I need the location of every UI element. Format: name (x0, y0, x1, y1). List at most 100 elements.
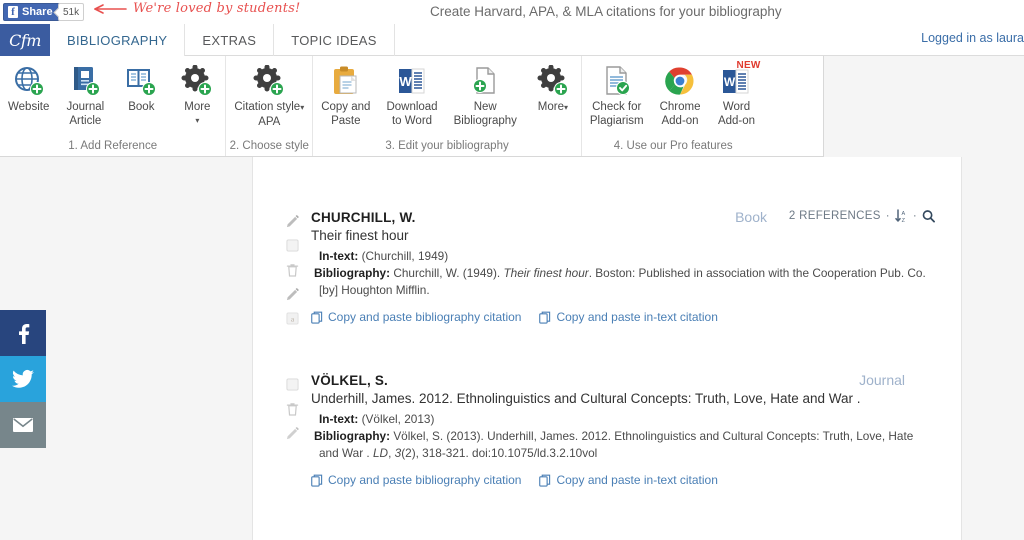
copy-bibliography-citation-link[interactable]: Copy and paste bibliography citation (311, 310, 521, 324)
svg-text:W: W (724, 75, 736, 89)
bibliography-panel: 2 REFERENCES · A Z · (252, 157, 962, 540)
ribbon-button-word-addon[interactable]: W NEW Word Add-on (708, 62, 764, 128)
chevron-down-icon: ▾ (195, 114, 199, 128)
tab-extras[interactable]: EXTRAS (185, 24, 274, 56)
cite-icon[interactable]: a (286, 312, 299, 325)
ribbon-button-chrome-addon[interactable]: Chrome Add-on (652, 62, 709, 128)
ribbon-group-add-reference: Website (0, 56, 225, 156)
ribbon-caption-edit-bibliography: 3. Edit your bibliography (313, 136, 581, 156)
gear-plus-icon (253, 62, 285, 100)
ribbon-label-chrome: Chrome (660, 100, 701, 114)
reference-intext-line: In-text: (Churchill, 1949) (311, 248, 935, 265)
share-facebook-button[interactable] (0, 310, 46, 356)
bibliography-italic-journal: LD (373, 446, 388, 460)
copy-bibliography-citation-link[interactable]: Copy and paste bibliography citation (311, 473, 521, 487)
ribbon-button-copy-and-paste[interactable]: Copy and Paste (313, 62, 378, 128)
ribbon-label-plagiarism: Plagiarism (590, 114, 644, 128)
ribbon-button-book[interactable]: Book (113, 62, 169, 114)
reference-intext-line: In-text: (Völkel, 2013) (311, 411, 935, 428)
ribbon-label-chrome-addon: Add-on (661, 114, 698, 128)
facebook-share-button[interactable]: f Share (3, 3, 60, 21)
new-badge: NEW (737, 59, 761, 73)
ribbon-group-pro-features: Check for Plagiarism (581, 56, 765, 156)
copy-icon (311, 474, 323, 487)
ribbon-label-current-style: APA (258, 115, 280, 129)
svg-text:W: W (399, 74, 412, 89)
ribbon-label-journal: Journal (66, 100, 104, 114)
ribbon-button-website[interactable]: Website (0, 62, 57, 114)
gear-plus-icon (181, 62, 213, 100)
copy-intext-citation-link[interactable]: Copy and paste in-text citation (539, 473, 717, 487)
bibliography-suffix: (2), 318-321. doi:10.1075/ld.3.2.10vol (401, 446, 597, 460)
copy-bibliography-label: Copy and paste bibliography citation (328, 473, 521, 487)
reference-header: CHURCHILL, W. Book (311, 209, 935, 225)
share-email-button[interactable] (0, 402, 46, 448)
main-tabs: BIBLIOGRAPHY EXTRAS TOPIC IDEAS (50, 24, 395, 56)
twitter-icon (12, 369, 34, 389)
loved-annotation: We're loved by students! (92, 1, 300, 16)
ribbon-button-check-plagiarism[interactable]: Check for Plagiarism (582, 62, 652, 128)
trash-icon[interactable] (286, 402, 299, 416)
chevron-down-icon: ▾ (564, 103, 568, 112)
copy-intext-citation-link[interactable]: Copy and paste in-text citation (539, 310, 717, 324)
pencil-icon[interactable] (286, 215, 299, 228)
reference-gutter-icons (283, 378, 301, 440)
intext-value: (Völkel, 2013) (362, 412, 435, 426)
ribbon-label-copy-and: Copy and (321, 100, 370, 114)
ribbon-label-citation-style: Citation style▾ (234, 100, 304, 115)
pencil-icon[interactable] (286, 288, 299, 301)
intext-label: In-text: (319, 412, 358, 426)
ribbon-label-book: Book (128, 100, 154, 114)
word-icon: W NEW (720, 62, 752, 100)
tab-topic-ideas[interactable]: TOPIC IDEAS (274, 24, 394, 56)
logged-in-status[interactable]: Logged in as laura (921, 31, 1024, 45)
gear-plus-icon (537, 62, 569, 100)
bibliography-italic-title: Their finest hour (503, 266, 588, 280)
reference-author[interactable]: CHURCHILL, W. (311, 210, 416, 225)
ribbon-caption-add-reference: 1. Add Reference (0, 136, 225, 156)
ribbon-label-paste: Paste (331, 114, 360, 128)
checkbox-icon[interactable] (286, 378, 299, 391)
copy-bibliography-label: Copy and paste bibliography citation (328, 310, 521, 324)
pencil-icon[interactable] (286, 427, 299, 440)
tab-bibliography[interactable]: BIBLIOGRAPHY (50, 24, 185, 56)
trash-icon[interactable] (286, 263, 299, 277)
tab-bar: Cfm BIBLIOGRAPHY EXTRAS TOPIC IDEAS Logg… (0, 24, 1024, 56)
ribbon-label-more-add: More (184, 100, 210, 114)
brand-logo[interactable]: Cfm (0, 24, 50, 56)
reference-title[interactable]: Their finest hour (311, 228, 935, 243)
share-twitter-button[interactable] (0, 356, 46, 402)
loved-note-text: We're loved by students! (133, 1, 300, 16)
checkbox-icon[interactable] (286, 239, 299, 252)
citation-style-text: Citation style (234, 101, 300, 113)
ribbon-label-to-word: to Word (392, 114, 432, 128)
journal-plus-icon (69, 62, 101, 100)
word-icon: W (396, 62, 428, 100)
ribbon-label-new: New (474, 100, 497, 114)
ribbon-label-word: Word (723, 100, 750, 114)
site-tagline: Create Harvard, APA, & MLA citations for… (430, 4, 782, 19)
reference-author[interactable]: VÖLKEL, S. (311, 373, 388, 388)
envelope-icon (12, 417, 34, 433)
reference-bibliography-line: Bibliography: Völkel, S. (2013). Underhi… (311, 428, 935, 462)
document-check-icon (601, 62, 633, 100)
copy-icon (539, 474, 551, 487)
facebook-share-label: Share (22, 6, 53, 18)
clipboard-icon (331, 62, 361, 100)
new-document-plus-icon (469, 62, 501, 100)
reference-title[interactable]: Underhill, James. 2012. Ethnolinguistics… (311, 391, 935, 406)
intext-label: In-text: (319, 249, 358, 263)
ribbon-group-choose-style: Citation style▾ APA 2. Choose style (225, 56, 312, 156)
ribbon-toolbar: Website (0, 56, 824, 157)
arrow-left-icon (92, 2, 128, 16)
ribbon-button-citation-style[interactable]: Citation style▾ APA (226, 62, 312, 129)
ribbon-button-journal-article[interactable]: Journal Article (57, 62, 113, 128)
ribbon-button-new-bibliography[interactable]: New Bibliography (446, 62, 525, 128)
copy-icon (311, 311, 323, 324)
ribbon-button-more-add[interactable]: More ▾ (169, 62, 225, 128)
reference-header: VÖLKEL, S. Journal (311, 372, 935, 388)
ribbon-button-download-to-word[interactable]: W Download to Word (378, 62, 445, 128)
reference-gutter-icons: a (283, 215, 301, 325)
ribbon-button-more-edit[interactable]: More▾ (525, 62, 581, 115)
reference-item: a CHURCHILL, W. Book Their finest hour I… (253, 209, 961, 324)
